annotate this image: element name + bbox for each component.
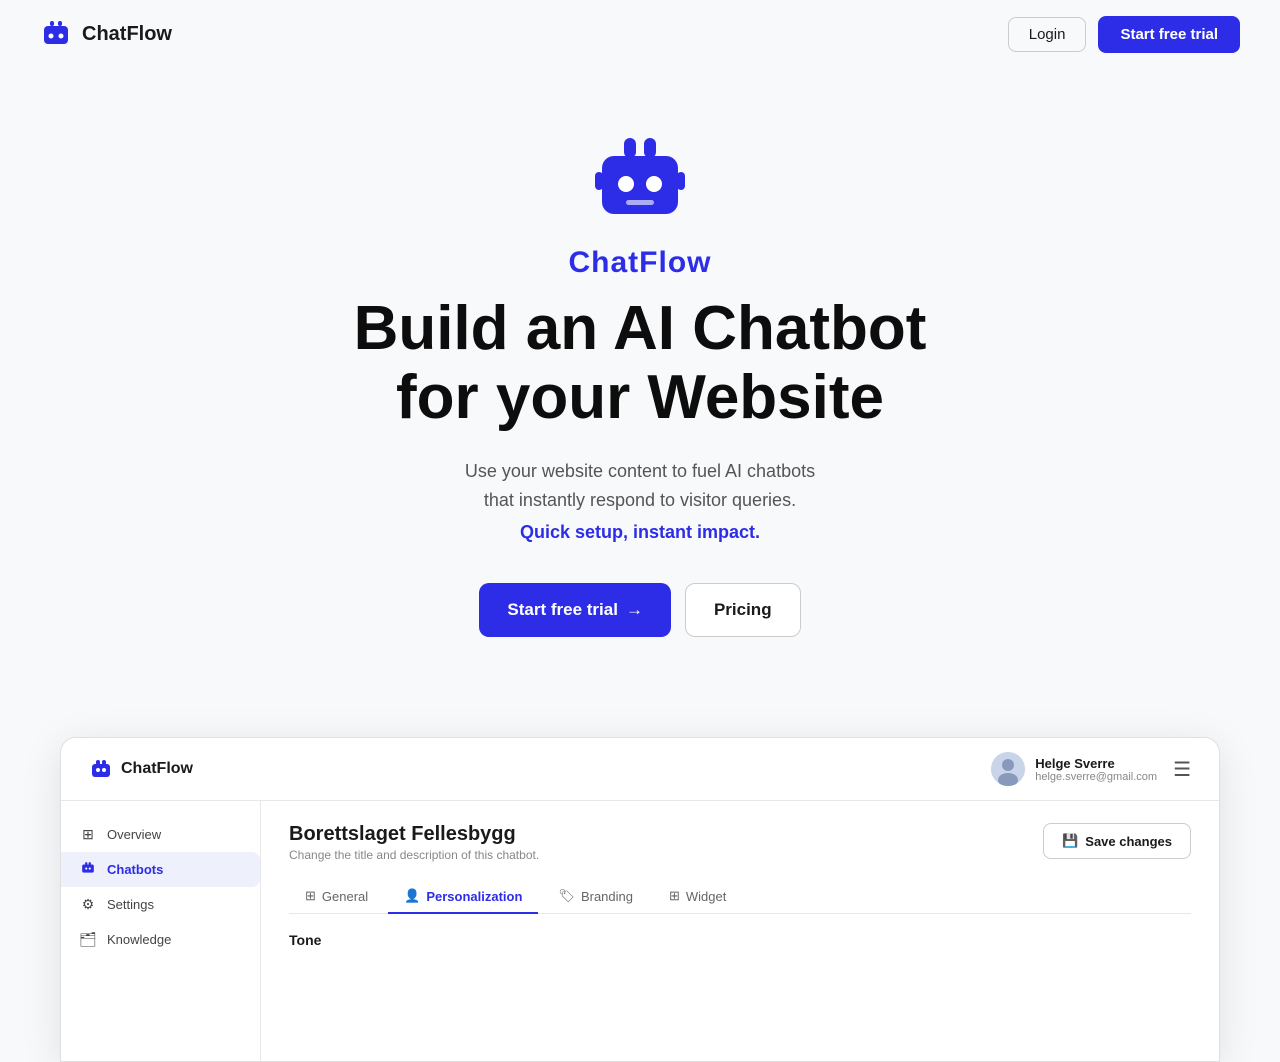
logo[interactable]: ChatFlow (40, 18, 172, 50)
start-trial-cta-button[interactable]: Start free trial → (479, 583, 671, 637)
pricing-button[interactable]: Pricing (685, 583, 801, 637)
section-label-tone: Tone (289, 932, 1191, 948)
tab-personalization[interactable]: 👤 Personalization (388, 880, 538, 914)
sidebar-label-chatbots: Chatbots (107, 862, 163, 877)
branding-tab-icon: 🏷 (558, 888, 575, 904)
navbar: ChatFlow Login Start free trial (0, 0, 1280, 68)
preview-main-header: Borettslaget Fellesbygg Change the title… (289, 823, 1191, 862)
login-button[interactable]: Login (1008, 17, 1087, 52)
chatflow-logo-icon (40, 18, 72, 50)
overview-icon: ⊞ (79, 826, 97, 843)
sidebar-label-overview: Overview (107, 827, 161, 842)
hero-tagline: Quick setup, instant impact. (520, 522, 760, 543)
save-icon: 💾 (1062, 833, 1078, 849)
hero-headline-line2: for your Website (396, 363, 884, 432)
hero-sub-line1: Use your website content to fuel AI chat… (465, 461, 815, 481)
hero-bot-icon (590, 128, 690, 228)
preview-user-email: helge.sverre@gmail.com (1035, 771, 1157, 783)
tab-personalization-label: Personalization (426, 889, 522, 904)
widget-tab-icon: ⊞ (669, 888, 680, 904)
tab-general-label: General (322, 889, 368, 904)
preview-avatar (991, 752, 1025, 786)
save-changes-label: Save changes (1085, 834, 1172, 849)
sidebar-item-overview[interactable]: ⊞ Overview (61, 817, 260, 852)
tab-branding-label: Branding (581, 889, 633, 904)
preview-body: ⊞ Overview Chatbots (61, 801, 1219, 1061)
app-preview: ChatFlow Helge Sverre helge.sverre@gmail… (60, 737, 1220, 1062)
tab-general[interactable]: ⊞ General (289, 880, 384, 914)
tab-widget[interactable]: ⊞ Widget (653, 880, 742, 914)
personalization-tab-icon: 👤 (404, 888, 420, 904)
preview-topbar: ChatFlow Helge Sverre helge.sverre@gmail… (61, 738, 1219, 801)
hero-brand-name: ChatFlow (569, 246, 712, 280)
general-tab-icon: ⊞ (305, 888, 316, 904)
settings-icon: ⚙ (79, 896, 97, 913)
hero-headline: Build an AI Chatbot for your Website (354, 294, 927, 433)
preview-page-desc: Change the title and description of this… (289, 848, 539, 862)
tab-widget-label: Widget (686, 889, 726, 904)
hero-headline-line1: Build an AI Chatbot (354, 294, 927, 363)
sidebar-item-chatbots[interactable]: Chatbots (61, 852, 260, 887)
nav-actions: Login Start free trial (1008, 16, 1240, 53)
knowledge-icon: 🗂 (79, 931, 97, 948)
preview-logo-text: ChatFlow (121, 760, 193, 778)
sidebar-label-knowledge: Knowledge (107, 932, 171, 947)
preview-title-block: Borettslaget Fellesbygg Change the title… (289, 823, 539, 862)
preview-user-info: Helge Sverre helge.sverre@gmail.com (1035, 756, 1157, 783)
hero-subtitle: Use your website content to fuel AI chat… (465, 457, 815, 515)
preview-page-title: Borettslaget Fellesbygg (289, 823, 539, 846)
preview-logo-icon (89, 757, 113, 781)
sidebar-label-settings: Settings (107, 897, 154, 912)
preview-main: Borettslaget Fellesbygg Change the title… (261, 801, 1219, 1061)
start-trial-cta-label: Start free trial (507, 600, 618, 620)
preview-user: Helge Sverre helge.sverre@gmail.com (991, 752, 1157, 786)
preview-user-name: Helge Sverre (1035, 756, 1157, 771)
hero-cta-group: Start free trial → Pricing (479, 583, 800, 637)
app-preview-wrapper: ChatFlow Helge Sverre helge.sverre@gmail… (0, 737, 1280, 1062)
tab-branding[interactable]: 🏷 Branding (542, 880, 649, 914)
preview-tabs: ⊞ General 👤 Personalization 🏷 Branding ⊞… (289, 880, 1191, 914)
preview-sidebar: ⊞ Overview Chatbots (61, 801, 261, 1061)
hero-sub-line2: that instantly respond to visitor querie… (484, 490, 796, 510)
hero-section: ChatFlow Build an AI Chatbot for your We… (0, 68, 1280, 737)
preview-topbar-right: Helge Sverre helge.sverre@gmail.com ☰ (991, 752, 1191, 786)
start-trial-button-nav[interactable]: Start free trial (1098, 16, 1240, 53)
sidebar-item-knowledge[interactable]: 🗂 Knowledge (61, 922, 260, 957)
preview-logo: ChatFlow (89, 757, 193, 781)
save-changes-button[interactable]: 💾 Save changes (1043, 823, 1191, 859)
logo-text: ChatFlow (82, 23, 172, 46)
chatbots-icon (79, 861, 97, 878)
hamburger-menu-icon[interactable]: ☰ (1173, 757, 1191, 782)
arrow-icon: → (626, 600, 643, 620)
sidebar-item-settings[interactable]: ⚙ Settings (61, 887, 260, 922)
